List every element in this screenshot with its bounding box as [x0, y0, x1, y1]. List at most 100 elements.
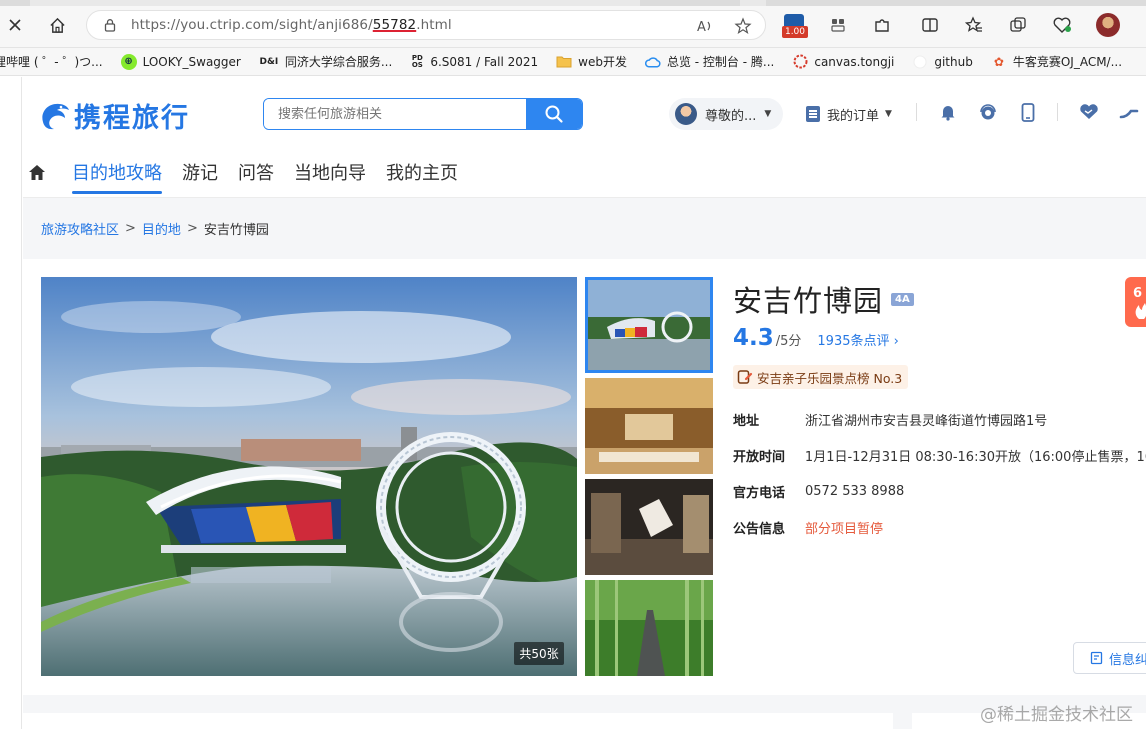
heart-handshake-icon[interactable]	[1078, 101, 1100, 123]
split-screen-icon[interactable]	[918, 13, 942, 37]
rating-scale: /5分	[775, 334, 802, 349]
breadcrumb-current: 安吉竹博园	[203, 223, 269, 238]
ctrip-dolphin-icon	[42, 103, 69, 130]
bookmark-item[interactable]: PD OS 6.S081 / Fall 2021	[410, 54, 538, 70]
breadcrumb-link-destinations[interactable]: 目的地	[142, 219, 181, 238]
reviews-link[interactable]: 1935条点评 ›	[817, 330, 898, 349]
main-nav: 目的地攻略 游记 问答 当地向导 我的主页	[26, 155, 478, 194]
nav-item-my-home[interactable]: 我的主页	[386, 159, 458, 185]
bookmark-item[interactable]: 总览 - 控制台 - 腾...	[644, 53, 774, 70]
watermark: @稀土掘金技术社区	[980, 705, 1133, 725]
rating-score: 4.3	[733, 325, 774, 351]
bell-icon[interactable]	[937, 101, 959, 123]
thumbnail-bamboo[interactable]	[585, 580, 713, 676]
search-button[interactable]	[526, 99, 582, 129]
bookmark-item[interactable]: ✿ 牛客竞赛OJ_ACM/...	[991, 53, 1122, 70]
extension-icon[interactable]	[826, 13, 850, 37]
thumbnail-hall[interactable]	[585, 378, 713, 474]
nowcoder-icon: ✿	[993, 54, 1004, 69]
address-row: 地址 浙江省湖州市安吉县灵峰街道竹博园路1号	[733, 401, 1146, 437]
user-menu[interactable]: 尊敬的... ▼	[669, 98, 783, 130]
ranking-badge[interactable]: 安吉亲子乐园景点榜 No.3	[733, 365, 909, 389]
page: 携程旅行 尊敬的... ▼ 我的订单 ▼	[0, 77, 1146, 729]
bookmark-item[interactable]: web开发	[556, 53, 627, 70]
logo-text: 携程旅行	[74, 102, 190, 134]
caret-down-icon: ▼	[885, 109, 892, 119]
search-input[interactable]	[264, 99, 526, 129]
bookmark-item[interactable]: D&I 同济大学综合服务...	[259, 53, 393, 70]
photo-count-badge[interactable]: 共50张	[514, 642, 564, 665]
nav-item-travelogues[interactable]: 游记	[182, 159, 218, 185]
canvas-icon	[792, 54, 808, 70]
bookmark-item[interactable]: github	[912, 54, 973, 70]
bookmark-item[interactable]: ⊕ LOOKY_Swagger	[120, 53, 241, 70]
bookmarks-bar: 哩哔哩 ( ゜- ゜)つ... ⊕ LOOKY_Swagger D&I 同济大学综合…	[0, 48, 1146, 76]
mobile-app-icon[interactable]	[1017, 101, 1039, 123]
cloud-icon	[644, 54, 661, 70]
puzzle-icon[interactable]	[870, 13, 894, 37]
collections-icon[interactable]	[1006, 13, 1030, 37]
address-value: 浙江省湖州市安吉县灵峰街道竹博园路1号	[805, 413, 1048, 429]
extension-badge-icon[interactable]: 1.00	[782, 14, 808, 40]
nav-item-qa[interactable]: 问答	[238, 159, 274, 185]
orders-label: 我的订单	[827, 108, 880, 124]
nav-item-destinations[interactable]: 目的地攻略	[72, 159, 162, 194]
sight-title: 安吉竹博园	[733, 284, 884, 318]
search-icon	[545, 105, 563, 123]
ctrip-logo[interactable]: 携程旅行	[38, 97, 190, 134]
tab-strip-edge	[0, 0, 1146, 6]
github-icon	[912, 54, 928, 70]
folder-icon	[556, 54, 572, 70]
breadcrumb-link-community[interactable]: 旅游攻略社区	[41, 219, 119, 238]
level-badge: 4A	[891, 292, 914, 306]
read-aloud-icon[interactable]: A	[695, 16, 715, 36]
notice-value[interactable]: 部分项目暂停	[805, 518, 883, 537]
health-heart-icon[interactable]	[1050, 13, 1074, 37]
svg-text:6: 6	[1133, 286, 1142, 301]
notice-row: 公告信息 部分项目暂停	[733, 509, 1146, 545]
url-text: https://you.ctrip.com/sight/anji686/5578…	[131, 17, 452, 33]
main-photo[interactable]	[41, 277, 577, 676]
lower-section-left	[23, 713, 893, 729]
thumbnail-strip	[585, 277, 713, 681]
close-icon[interactable]	[2, 12, 28, 38]
swagger-icon: ⊕	[120, 53, 137, 70]
thumbnail-stadium[interactable]	[585, 277, 713, 373]
home-icon[interactable]	[44, 12, 70, 38]
favorite-star-icon[interactable]	[733, 16, 753, 36]
side-panel-edge	[0, 77, 22, 729]
my-orders-menu[interactable]: 我的订单 ▼	[806, 98, 892, 130]
info-correction-button[interactable]: 信息纠	[1073, 642, 1146, 674]
caret-down-icon: ▼	[764, 109, 772, 119]
svg-text:A: A	[697, 20, 706, 34]
ranking-icon	[737, 370, 753, 384]
ranking-text: 安吉亲子乐园景点榜 No.3	[757, 370, 903, 386]
lock-icon[interactable]	[103, 18, 117, 32]
bookmark-item[interactable]: 哩哔哩 ( ゜- ゜)つ...	[0, 53, 103, 70]
phone-value: 0572 533 8988	[805, 483, 905, 499]
edit-doc-icon	[1090, 651, 1103, 665]
bookmark-item[interactable]: canvas.tongji	[792, 54, 894, 70]
profile-avatar-icon[interactable]	[1096, 13, 1120, 37]
pdos-icon: PD OS	[411, 53, 423, 69]
share-icon[interactable]	[1118, 101, 1140, 123]
thumbnail-exhibit[interactable]	[585, 479, 713, 575]
opening-hours-row: 开放时间 1月1日-12月31日 08:30-16:30开放（16:00停止售票…	[733, 437, 1146, 473]
opening-hours-value: 1月1日-12月31日 08:30-16:30开放（16:00停止售票，16	[804, 449, 1146, 465]
sight-info: 安吉竹博园 4A 4.3 /5分 1935条点评 › 安吉亲子乐园景点榜 No.…	[733, 277, 1146, 545]
user-name: 尊敬的...	[705, 108, 757, 124]
favorites-icon[interactable]	[962, 13, 986, 37]
tongji-icon: D&I	[259, 56, 279, 67]
address-bar[interactable]: https://you.ctrip.com/sight/anji686/5578…	[86, 10, 766, 40]
user-avatar	[675, 103, 697, 125]
customer-service-icon[interactable]	[977, 101, 999, 123]
site-search[interactable]	[263, 98, 583, 130]
header-icons	[916, 101, 1146, 123]
nav-item-local-guide[interactable]: 当地向导	[294, 159, 366, 185]
rating-row: 4.3 /5分 1935条点评 ›	[733, 325, 1146, 351]
home-nav-icon[interactable]	[26, 161, 48, 183]
hot-flame-badge[interactable]: 6	[1125, 277, 1146, 327]
breadcrumb: 旅游攻略社区 > 目的地 > 安吉竹博园	[41, 219, 269, 238]
flame-icon: 6	[1133, 286, 1146, 319]
browser-toolbar: https://you.ctrip.com/sight/anji686/5578…	[0, 0, 1146, 48]
